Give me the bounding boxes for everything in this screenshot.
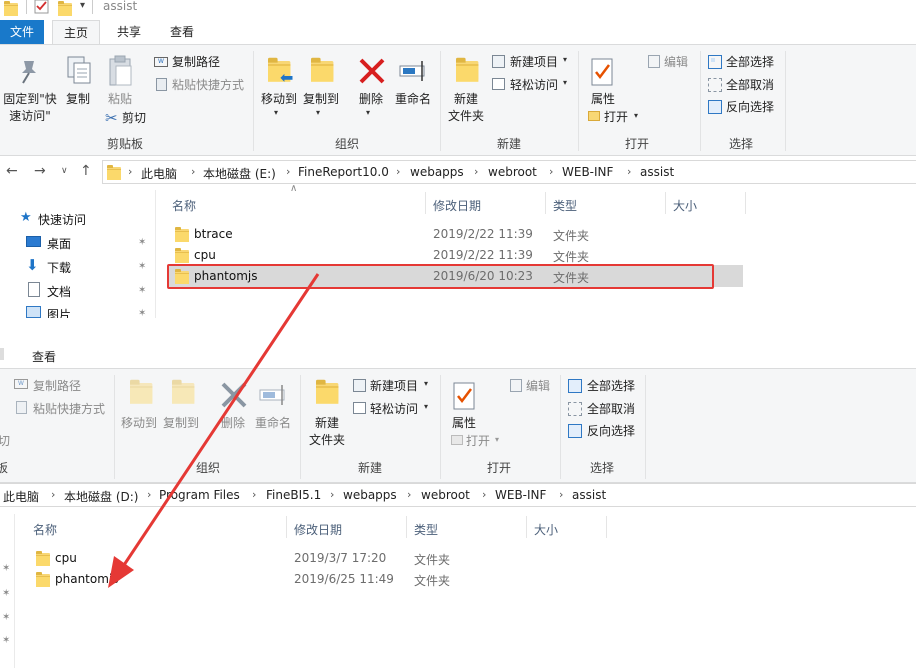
arrow-shaft: [120, 273, 320, 569]
arrow-head: [108, 556, 134, 588]
annotation-arrow: [108, 273, 320, 588]
